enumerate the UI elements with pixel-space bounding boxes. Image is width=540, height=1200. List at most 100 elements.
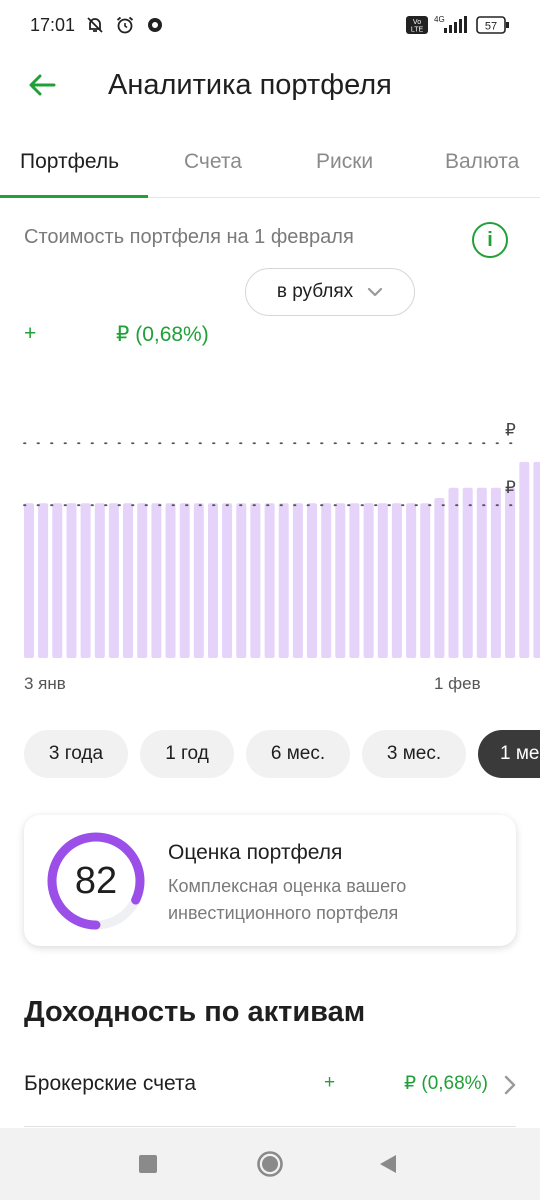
chart-ruble-label-upper: ₽	[505, 420, 516, 439]
home-button[interactable]	[234, 1128, 306, 1200]
portfolio-value-title: Стоимость портфеля на 1 февраля	[24, 226, 354, 248]
row-divider	[24, 1126, 516, 1127]
chart-bar	[476, 487, 487, 658]
chart-bar	[519, 461, 530, 658]
chevron-down-icon	[368, 287, 383, 297]
portfolio-change: + ₽ (0,68%)	[24, 322, 324, 350]
chart-bar	[208, 503, 218, 658]
period-chip-3-years[interactable]: 3 года	[24, 730, 128, 778]
network-label: 4G	[434, 15, 445, 24]
status-time: 17:01	[30, 14, 76, 35]
status-right: Vo LTE 4G 57	[406, 15, 510, 35]
chart-bar	[349, 503, 360, 658]
chart-bar	[165, 503, 176, 658]
portfolio-score-card[interactable]: 82 Оценка портфеля Комплексная оценка ва…	[24, 815, 516, 946]
chart-bar	[38, 503, 49, 658]
period-chip-1-month[interactable]: 1 мес.	[478, 730, 540, 778]
chart-bar	[250, 503, 261, 658]
chart-bar	[490, 487, 501, 658]
back-nav-button[interactable]	[352, 1128, 424, 1200]
tab-currency[interactable]: Валюта	[445, 126, 519, 198]
chart-bar	[420, 503, 431, 658]
chart-bar	[80, 503, 91, 658]
volte-badge: Vo LTE	[406, 15, 428, 35]
score-title: Оценка портфеля	[168, 841, 343, 864]
svg-text:LTE: LTE	[411, 27, 424, 34]
change-value: ₽ (0,68%)	[116, 323, 209, 346]
chart-bar	[278, 503, 289, 658]
chart-bar	[24, 503, 34, 658]
chart-bar	[533, 461, 540, 658]
asset-row-brokerage[interactable]: Брокерские счета + ₽ (0,68%)	[0, 1060, 540, 1110]
chart-bar	[406, 503, 417, 658]
chart-bar	[66, 503, 77, 658]
sync-icon	[145, 15, 165, 35]
svg-text:Vo: Vo	[413, 19, 421, 26]
chart-bar	[236, 503, 247, 658]
status-bar: 17:01 Vo LTE 4G 57	[0, 0, 540, 50]
recents-button[interactable]	[112, 1128, 184, 1200]
chart-bar	[434, 498, 445, 658]
score-description: Комплексная оценка вашего инвестиционног…	[168, 876, 407, 923]
system-nav-bar	[0, 1128, 540, 1200]
recents-square-icon	[139, 1155, 157, 1173]
chevron-right-icon	[504, 1075, 516, 1095]
tab-bar: Портфель Счета Риски Валюта	[0, 126, 540, 198]
period-chip-1-year[interactable]: 1 год	[140, 730, 234, 778]
period-chip-6-months[interactable]: 6 мес.	[246, 730, 350, 778]
chart-bar	[448, 487, 459, 658]
chart-bar	[335, 503, 346, 658]
chart-x-start-label: 3 янв	[24, 674, 66, 693]
chart-bar	[222, 503, 233, 658]
chart-bar	[108, 503, 119, 658]
status-left: 17:01	[30, 15, 165, 36]
asset-name: Брокерские счета	[24, 1072, 197, 1095]
chart-bar	[292, 503, 303, 658]
chart-bar	[193, 503, 204, 658]
chart-bar	[151, 503, 162, 658]
chart-bar	[462, 487, 473, 658]
change-sign: +	[24, 322, 37, 345]
chart-bar	[321, 503, 332, 658]
app-bar: Аналитика портфеля	[0, 50, 540, 120]
arrow-left-icon	[29, 74, 56, 96]
portfolio-value-chart: ₽ ₽ 3 янв 1 фев	[23, 420, 540, 693]
tab-accounts[interactable]: Счета	[184, 126, 242, 198]
muted-bell-icon	[85, 15, 105, 35]
battery-level: 57	[485, 21, 497, 33]
chart-bar	[94, 503, 105, 658]
back-button[interactable]	[0, 50, 84, 120]
chart-bars	[24, 461, 540, 658]
score-value: 82	[74, 859, 118, 902]
info-icon: i	[487, 228, 493, 251]
chart-bar	[505, 487, 516, 658]
returns-section-title: Доходность по активам	[24, 996, 366, 1028]
battery-icon: 57	[476, 16, 510, 34]
chart-bar	[264, 503, 275, 658]
alarm-icon	[115, 15, 135, 35]
asset-change-sign: +	[324, 1072, 336, 1093]
currency-select-label: в рублях	[276, 281, 354, 302]
chart-bar	[123, 503, 133, 658]
chart-bar	[179, 503, 190, 658]
chart-bar	[363, 503, 374, 658]
currency-select[interactable]: в рублях	[245, 268, 415, 316]
signal-icon: 4G	[434, 15, 470, 35]
period-selector: 3 года 1 год 6 мес. 3 мес. 1 мес.	[0, 730, 540, 778]
chart-bar	[307, 503, 317, 658]
chart-ruble-label-lower: ₽	[505, 478, 516, 497]
back-triangle-icon	[380, 1155, 396, 1173]
home-circle-icon	[257, 1151, 283, 1177]
chart-x-end-label: 1 фев	[434, 674, 481, 693]
chart-bar	[52, 503, 63, 658]
chart-bar	[137, 503, 148, 658]
tab-portfolio[interactable]: Портфель	[20, 126, 119, 198]
chart-bar	[377, 503, 388, 658]
asset-change-value: ₽ (0,68%)	[404, 1073, 488, 1094]
chart-bar	[391, 503, 402, 658]
period-chip-3-months[interactable]: 3 мес.	[362, 730, 466, 778]
active-tab-indicator	[0, 195, 148, 198]
tab-risks[interactable]: Риски	[316, 126, 373, 198]
page-title: Аналитика портфеля	[108, 68, 392, 101]
info-button[interactable]: i	[472, 222, 508, 258]
